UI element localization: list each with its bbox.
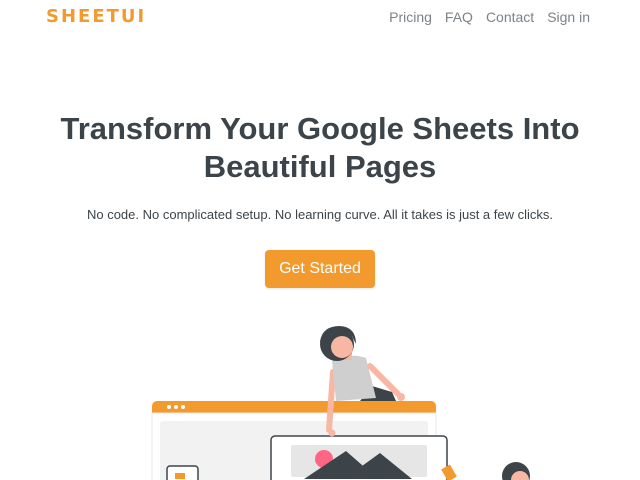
image-placeholder-icon (270, 435, 448, 480)
nav-link-contact[interactable]: Contact (486, 9, 534, 25)
hero-title-line-1: Transform Your Google Sheets Into (60, 111, 580, 146)
nav-links: Pricing FAQ Contact Sign in (389, 9, 590, 25)
person-on-browser-illustration (151, 326, 530, 480)
hero-title-line-2: Beautiful Pages (203, 149, 437, 184)
folder-icon (166, 465, 199, 480)
get-started-button[interactable]: Get Started (265, 250, 375, 288)
top-navbar: SHEETUI Pricing FAQ Contact Sign in (0, 0, 640, 34)
hero-title: Transform Your Google Sheets Into Beauti… (0, 110, 640, 186)
nav-link-faq[interactable]: FAQ (445, 9, 473, 25)
nav-link-sign-in[interactable]: Sign in (547, 9, 590, 25)
hero-subtitle: No code. No complicated setup. No learni… (86, 207, 554, 222)
nav-link-pricing[interactable]: Pricing (389, 9, 432, 25)
second-person-figure (441, 462, 530, 480)
brand-logo[interactable]: SHEETUI (46, 6, 146, 27)
